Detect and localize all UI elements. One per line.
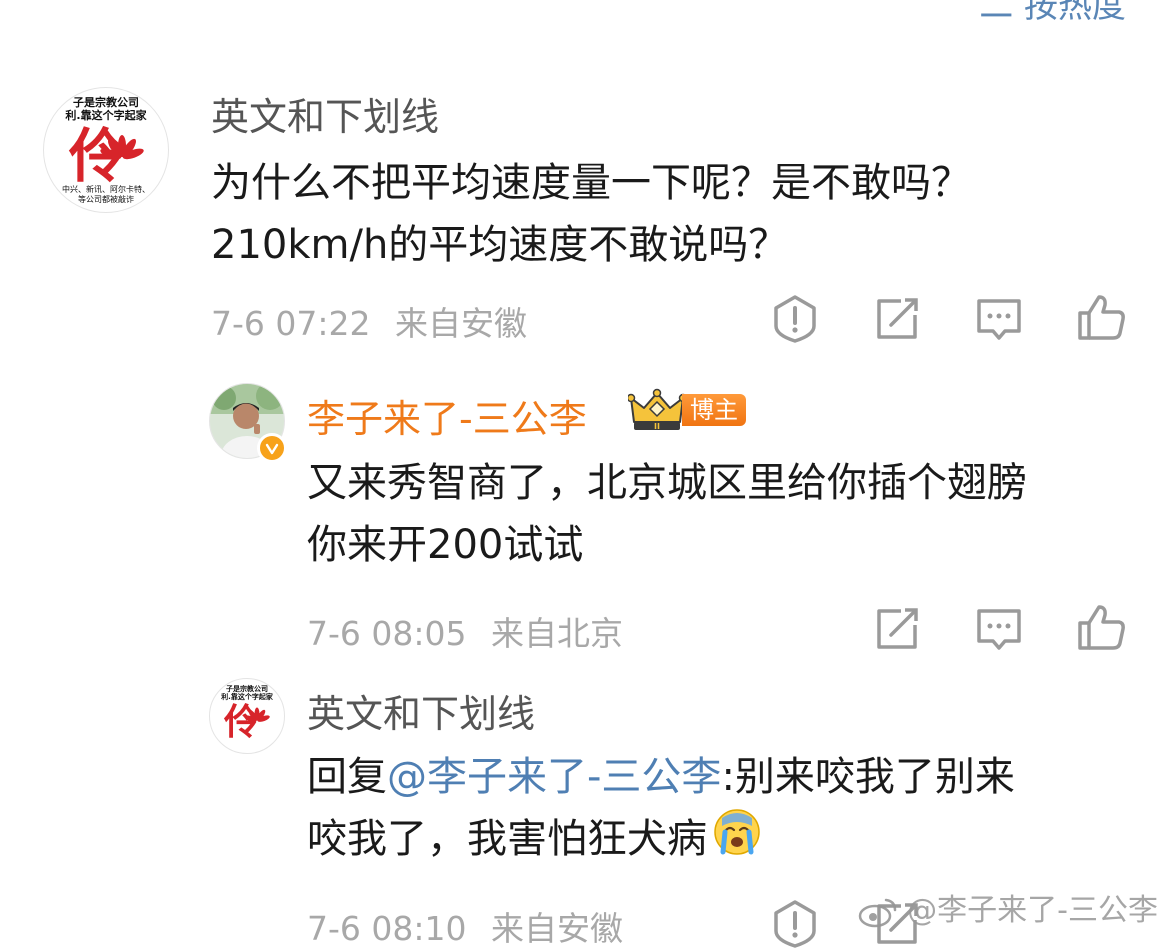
reply-text-fragment: :别来咬我了别来 xyxy=(721,754,1015,800)
verified-badge-icon xyxy=(257,433,287,463)
reply-date: 7-6 08:05 xyxy=(307,614,467,653)
reply-text: 又来秀智商了，北京城区里给你插个翅膀 你来开200试试 xyxy=(307,452,1137,576)
comment-text-line: 为什么不把平均速度量一下呢？是不敢吗？ xyxy=(211,160,971,206)
reply-prefix: 回复 xyxy=(307,754,387,800)
like-icon[interactable] xyxy=(1075,601,1127,653)
reply-text-fragment: 咬我了，我害怕狂犬病 xyxy=(307,816,707,862)
report-icon[interactable] xyxy=(769,293,821,345)
comment-icon[interactable] xyxy=(973,293,1025,345)
reply-text: 回复@李子来了-三公李:别来咬我了别来 咬我了，我害怕狂犬病 xyxy=(307,746,1137,874)
avatar-image: 子是宗教公司 利.靠这个字起家 伶 xyxy=(221,684,274,743)
watermark-text: @李子来了-三公李 xyxy=(907,893,1158,928)
comment-text: 为什么不把平均速度量一下呢？是不敢吗？ 210km/h的平均速度不敢说吗？ xyxy=(211,152,1111,276)
comment-username[interactable]: 英文和下划线 xyxy=(211,86,439,141)
svg-text:利.靠这个字起家: 利.靠这个字起家 xyxy=(221,692,274,701)
reply-text-line: 回复@李子来了-三公李:别来咬我了别来 xyxy=(307,746,1137,808)
blogger-label: 博主 xyxy=(682,394,746,426)
svg-text:II: II xyxy=(654,422,660,431)
svg-text:等公司都被敲诈: 等公司都被敲诈 xyxy=(78,194,134,204)
weibo-logo-icon xyxy=(858,898,896,927)
reply-text-line: 咬我了，我害怕狂犬病 xyxy=(307,808,1137,874)
like-icon[interactable] xyxy=(1075,291,1127,343)
reply-text-line: 又来秀智商了，北京城区里给你插个翅膀 xyxy=(307,460,1027,506)
svg-text:中兴、新讯、阿尔卡特、: 中兴、新讯、阿尔卡特、 xyxy=(62,184,150,194)
reply-location: 来自安徽 xyxy=(491,909,623,948)
reply-meta: 7-6 08:10 来自安徽 xyxy=(307,902,623,950)
reply-date: 7-6 08:10 xyxy=(307,909,467,948)
sort-by-hot-button[interactable]: 二 按热度 xyxy=(979,0,1126,27)
weibo-watermark: @李子来了-三公李 xyxy=(858,885,1158,929)
comment-meta: 7-6 07:22 来自安徽 xyxy=(211,297,527,345)
reply-text-line: 你来开200试试 xyxy=(307,522,584,568)
avatar[interactable]: 子是宗教公司 利.靠这个字起家 伶 xyxy=(209,678,285,754)
share-icon[interactable] xyxy=(871,293,923,345)
crown-icon: II xyxy=(628,388,686,431)
svg-text:伶: 伶 xyxy=(223,701,260,743)
reply-username[interactable]: 李子来了-三公李 xyxy=(307,388,587,443)
avatar-image: 子是宗教公司 利.靠这个字起家 伶 中兴、新讯、阿尔卡特、 等公司都被敲诈 xyxy=(62,95,150,204)
comment-text-line: 210km/h的平均速度不敢说吗？ xyxy=(211,222,789,268)
avatar[interactable]: 子是宗教公司 利.靠这个字起家 伶 中兴、新讯、阿尔卡特、 等公司都被敲诈 xyxy=(43,87,169,213)
comment-icon[interactable] xyxy=(973,603,1025,655)
report-icon[interactable] xyxy=(769,898,821,950)
svg-text:利.靠这个字起家: 利.靠这个字起家 xyxy=(65,108,147,122)
reply-location: 来自北京 xyxy=(491,614,623,653)
comment-location: 来自安徽 xyxy=(395,304,527,343)
svg-text:子是宗教公司: 子是宗教公司 xyxy=(226,684,268,693)
mention-link[interactable]: @李子来了-三公李 xyxy=(387,754,721,800)
comment-date: 7-6 07:22 xyxy=(211,304,371,343)
reply-username[interactable]: 英文和下划线 xyxy=(307,683,535,738)
blogger-badge[interactable]: II 博主 xyxy=(628,388,746,432)
crying-face-icon xyxy=(713,808,761,874)
svg-text:子是宗教公司: 子是宗教公司 xyxy=(73,95,139,109)
reply-meta: 7-6 08:05 来自北京 xyxy=(307,607,623,655)
share-icon[interactable] xyxy=(871,603,923,655)
